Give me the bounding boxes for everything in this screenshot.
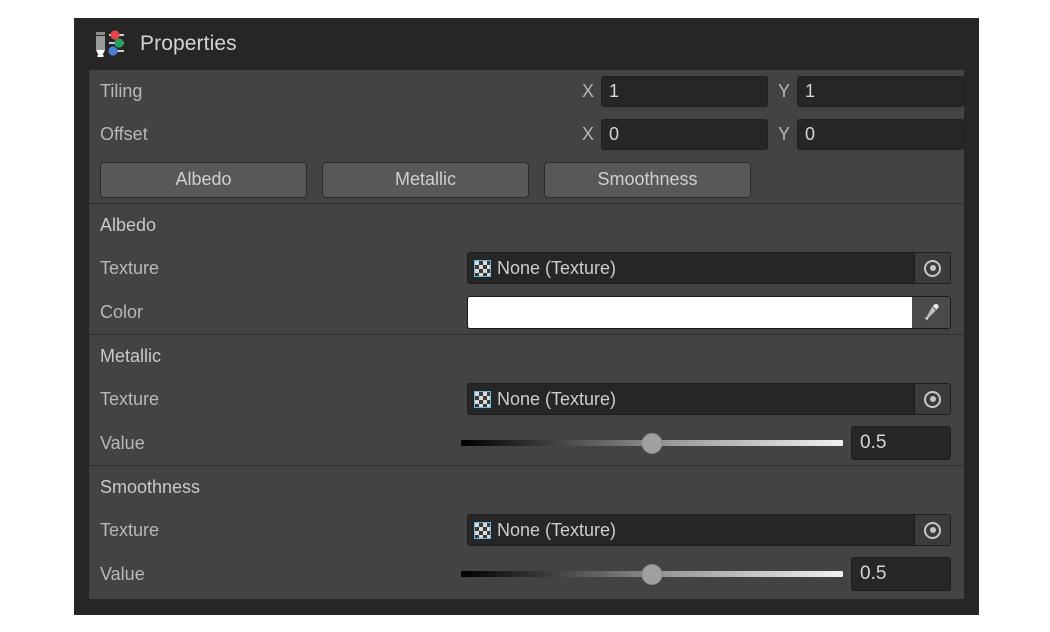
section-header-smoothness: Smoothness xyxy=(89,466,964,508)
properties-content: Tiling X 1 Y 1 Offset X 0 Y 0 Albedo Met… xyxy=(89,70,964,599)
albedo-texture-field[interactable]: None (Texture) xyxy=(467,252,951,284)
albedo-texture-object-picker-icon[interactable] xyxy=(914,253,950,283)
smoothness-texture-object-picker-icon[interactable] xyxy=(914,515,950,545)
tiling-row: Tiling X 1 Y 1 xyxy=(89,70,964,113)
metallic-texture-field[interactable]: None (Texture) xyxy=(467,383,951,415)
panel-header: Properties xyxy=(74,18,979,70)
tiling-x-axis-label: X xyxy=(582,81,601,102)
smoothness-texture-field[interactable]: None (Texture) xyxy=(467,514,951,546)
texture-checker-icon xyxy=(474,522,491,539)
page-title: Properties xyxy=(140,32,237,56)
material-properties-icon xyxy=(93,29,127,59)
offset-y-input[interactable]: 0 xyxy=(797,119,964,150)
metallic-texture-label: Texture xyxy=(100,389,467,410)
section-title-albedo: Albedo xyxy=(100,215,964,236)
albedo-texture-label: Texture xyxy=(100,258,467,279)
smoothness-value-label: Value xyxy=(100,564,461,585)
smoothness-value-input[interactable]: 0.5 xyxy=(851,557,951,591)
albedo-color-swatch[interactable] xyxy=(468,297,912,328)
metallic-texture-object-picker-icon[interactable] xyxy=(914,384,950,414)
offset-label: Offset xyxy=(100,124,148,145)
smoothness-value-slider[interactable] xyxy=(461,564,843,584)
section-header-albedo: Albedo xyxy=(89,204,964,246)
smoothness-texture-value: None (Texture) xyxy=(497,520,908,541)
tab-albedo[interactable]: Albedo xyxy=(100,162,307,198)
metallic-value-slider[interactable] xyxy=(461,433,843,453)
offset-y-axis-label: Y xyxy=(778,124,797,145)
eyedropper-icon[interactable] xyxy=(912,297,950,328)
section-header-metallic: Metallic xyxy=(89,335,964,377)
albedo-texture-value: None (Texture) xyxy=(497,258,908,279)
offset-x-axis-label: X xyxy=(582,124,601,145)
texture-checker-icon xyxy=(474,260,491,277)
smoothness-texture-row: Texture None (Texture) xyxy=(89,508,964,552)
map-tab-bar: Albedo Metallic Smoothness xyxy=(89,156,964,203)
smoothness-value-row: Value 0.5 xyxy=(89,552,964,596)
tiling-label: Tiling xyxy=(100,81,142,102)
metallic-value-label: Value xyxy=(100,433,461,454)
metallic-value-input[interactable]: 0.5 xyxy=(851,426,951,460)
screen-root: Properties Tiling X 1 Y 1 Offset X 0 Y 0 xyxy=(0,0,1050,632)
tab-smoothness[interactable]: Smoothness xyxy=(544,162,751,198)
offset-x-input[interactable]: 0 xyxy=(601,119,768,150)
properties-panel: Properties Tiling X 1 Y 1 Offset X 0 Y 0 xyxy=(74,18,979,615)
metallic-texture-row: Texture None (Texture) xyxy=(89,377,964,421)
metallic-value-row: Value 0.5 xyxy=(89,421,964,465)
section-title-smoothness: Smoothness xyxy=(100,477,964,498)
albedo-color-field[interactable] xyxy=(467,296,951,329)
albedo-texture-row: Texture None (Texture) xyxy=(89,246,964,290)
tiling-y-input[interactable]: 1 xyxy=(797,76,964,107)
section-title-metallic: Metallic xyxy=(100,346,964,367)
smoothness-texture-label: Texture xyxy=(100,520,467,541)
metallic-texture-value: None (Texture) xyxy=(497,389,908,410)
texture-checker-icon xyxy=(474,391,491,408)
metallic-slider-knob[interactable] xyxy=(642,433,663,454)
smoothness-slider-knob[interactable] xyxy=(642,564,663,585)
tab-metallic[interactable]: Metallic xyxy=(322,162,529,198)
offset-row: Offset X 0 Y 0 xyxy=(89,113,964,156)
albedo-color-label: Color xyxy=(100,302,467,323)
tiling-y-axis-label: Y xyxy=(778,81,797,102)
tiling-x-input[interactable]: 1 xyxy=(601,76,768,107)
albedo-color-row: Color xyxy=(89,290,964,334)
